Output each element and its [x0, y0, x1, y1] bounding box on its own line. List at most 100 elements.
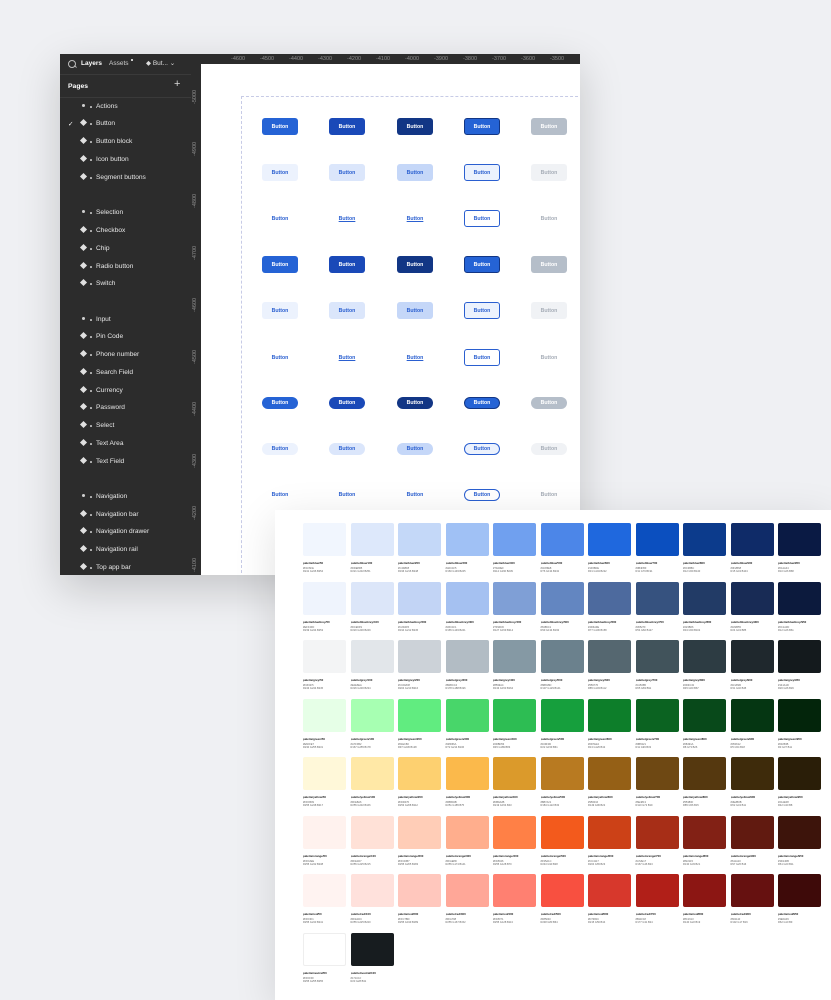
color-swatch[interactable]: palette/orange/900 #611A10 R97 G26 B16	[730, 815, 774, 866]
color-swatch[interactable]: palette/green/600 #0D7E2A R13 G126 B42	[588, 698, 631, 749]
button-variant[interactable]: Button	[329, 302, 365, 319]
color-swatch[interactable]: palette/blue/950 #0A1A44 R10 G26 B68	[778, 523, 821, 573]
color-swatch[interactable]: palette/red/600 #D7382C R215 G56 B44	[588, 874, 631, 924]
button-variant[interactable]: Button	[329, 256, 365, 273]
color-swatch[interactable]: palette/blueGrey/500 #6386C1 R99 G134 B193	[540, 581, 584, 632]
search-icon[interactable]	[68, 60, 76, 68]
button-variant[interactable]: Button	[262, 210, 298, 227]
color-swatch[interactable]: palette/red/700 #B11F18 R177 G31 B24	[635, 874, 679, 924]
color-swatch[interactable]: palette/red/400 #FF8071 R255 G128 B113	[493, 874, 536, 924]
button-variant[interactable]: Button	[262, 489, 298, 501]
page-item[interactable]: Top app bar	[60, 561, 191, 575]
color-swatch[interactable]: palette/blueGrey/50 #EFF4FD R239 G244 B253	[303, 581, 346, 632]
button-variant[interactable]: Button	[262, 349, 298, 366]
color-swatch[interactable]: palette/blue/600 #1F68DE R31 G104 B222	[588, 523, 631, 573]
button-variant[interactable]: Button	[329, 349, 365, 366]
color-swatch[interactable]: palette/orange/700 #A72E17 R167 G46 B23	[635, 815, 679, 866]
color-swatch[interactable]: palette/blue/700 #0B4FBF R11 G79 B191	[635, 523, 679, 573]
color-swatch[interactable]: palette/orange/200 #FFCDB7 R255 G205 B183	[398, 815, 441, 866]
page-item[interactable]: Pin Code	[60, 330, 191, 344]
button-variant[interactable]: Button	[397, 443, 433, 455]
color-swatch[interactable]: palette/red/100 #FFE1DC R255 G225 B220	[350, 874, 394, 924]
color-swatch[interactable]: palette/orange/400 #FF8046 R255 G128 B70	[493, 815, 536, 866]
button-variant[interactable]: Button	[329, 210, 365, 227]
button-variant[interactable]: Button	[397, 210, 433, 227]
color-swatch[interactable]: palette/neutral/100 #171C1F R23 G28 B31	[350, 932, 394, 983]
color-swatch[interactable]: palette/yellow/950 #2A1E08 R42 G30 B8	[778, 757, 821, 807]
page-item[interactable]: Segment buttons	[60, 171, 191, 185]
color-swatch[interactable]: palette/red/50 #FFF3F1 R255 G243 B241	[303, 874, 346, 924]
button-variant[interactable]: Button	[464, 256, 500, 273]
color-swatch[interactable]: palette/orange/500 #F35A1C R243 G90 B28	[540, 815, 584, 866]
color-swatch[interactable]: palette/blueGrey/400 #7F9FD6 R127 G159 B21…	[493, 581, 536, 632]
color-swatch[interactable]: palette/blue/900 #0F2B68 R15 G43 B104	[730, 523, 774, 573]
add-page-button[interactable]: +	[174, 79, 180, 90]
color-swatch[interactable]: palette/red/300 #FFA798 R255 G167 B152	[445, 874, 489, 924]
button-variant[interactable]: Button	[329, 489, 365, 501]
button-variant[interactable]: Button	[531, 118, 567, 135]
button-variant[interactable]: Button	[262, 164, 298, 181]
page-item[interactable]: Currency	[60, 384, 191, 398]
color-swatch[interactable]: palette/blueGrey/800 #223B66 R34 G59 B102	[683, 581, 726, 632]
button-variant[interactable]: Button	[329, 118, 365, 135]
color-swatch[interactable]: palette/blue/200 #C4D8F8 R196 G216 B248	[398, 523, 441, 573]
color-swatch[interactable]: palette/grey/500 #6B818D R107 G129 B141	[540, 640, 584, 690]
button-variant[interactable]: Button	[262, 118, 298, 135]
page-item[interactable]: Radio button	[60, 260, 191, 274]
color-swatch[interactable]: palette/blueGrey/900 #182B55 R24 G43 B85	[730, 581, 774, 632]
color-swatch[interactable]: palette/yellow/100 #FFE8A6 R255 G232 B166	[350, 757, 394, 807]
button-variant[interactable]: Button	[262, 256, 298, 273]
button-variant[interactable]: Button	[397, 256, 433, 273]
color-swatch[interactable]: palette/yellow/700 #6E4813 R110 G72 B19	[635, 757, 679, 807]
color-swatch[interactable]: palette/blueGrey/100 #DCE6F9 R220 G230 B24…	[350, 581, 394, 632]
color-swatch[interactable]: palette/yellow/200 #FDD070 R253 G208 B112	[398, 757, 441, 807]
color-swatch[interactable]: palette/orange/950 #3D140B R61 G20 B11	[778, 815, 821, 866]
page-item[interactable]: Text Area	[60, 437, 191, 451]
color-swatch[interactable]: palette/green/800 #08491A R8 G73 B26	[683, 698, 726, 749]
color-swatch[interactable]: palette/green/900 #053612 R5 G54 B18	[730, 698, 774, 749]
button-variant[interactable]: Button	[262, 302, 298, 319]
color-swatch[interactable]: palette/blueGrey/200 #C2D4F5 R194 G212 B24…	[398, 581, 441, 632]
button-variant[interactable]: Button	[531, 256, 567, 273]
page-item[interactable]: Navigation	[60, 490, 191, 504]
button-variant[interactable]: Button	[464, 302, 500, 319]
color-swatch[interactable]: palette/grey/300 #B2BCC4 R178 G188 B196	[445, 640, 489, 690]
page-item[interactable]: Button block	[60, 135, 191, 149]
color-swatch[interactable]: palette/grey/600 #556770 R85 G103 B112	[588, 640, 631, 690]
color-swatch[interactable]: palette/yellow/50 #FFF8D9 R255 G248 B217	[303, 757, 346, 807]
color-swatch[interactable]: palette/grey/200 #CCD2D8 R204 G210 B216	[398, 640, 441, 690]
page-item[interactable]: Password	[60, 401, 191, 415]
current-page-menu[interactable]: ◆ But... ⌄	[146, 59, 175, 67]
page-item[interactable]: Navigation bar	[60, 508, 191, 522]
color-swatch[interactable]: palette/grey/950 #141A1D R20 G26 B29	[778, 640, 821, 690]
color-swatch[interactable]: palette/green/200 #61EC80 R97 G236 B128	[398, 698, 441, 749]
button-variant[interactable]: Button	[464, 397, 500, 409]
color-swatch[interactable]: palette/grey/700 #41535B R65 G83 B91	[635, 640, 679, 690]
color-swatch[interactable]: palette/blue/100 #DDE8FB R221 G232 B251	[350, 523, 394, 573]
color-swatch[interactable]: palette/yellow/600 #956016 R149 G96 B22	[588, 757, 631, 807]
page-item[interactable]: Navigation rail	[60, 543, 191, 557]
color-swatch[interactable]: palette/red/500 #F85040 R248 G80 B64	[540, 874, 584, 924]
button-variant[interactable]: Button	[531, 210, 567, 227]
page-item[interactable]: Checkbox	[60, 224, 191, 238]
button-variant[interactable]: Button	[531, 302, 567, 319]
button-variant[interactable]: Button	[397, 302, 433, 319]
tab-assets[interactable]: Assets	[109, 59, 132, 67]
color-swatch[interactable]: palette/grey/900 #1F282D R31 G40 B45	[730, 640, 774, 690]
color-swatch[interactable]: palette/grey/400 #8599A4 R133 G153 B164	[493, 640, 536, 690]
button-variant[interactable]: Button	[464, 210, 500, 227]
color-swatch[interactable]: palette/yellow/900 #3E2B0B R62 G43 B11	[730, 757, 774, 807]
page-item[interactable]: Selection	[60, 206, 191, 220]
color-swatch[interactable]: palette/yellow/300 #FBB94B R251 G185 B75	[445, 757, 489, 807]
color-swatch[interactable]: palette/green/100 #A7FFB2 R167 G255 B178	[350, 698, 394, 749]
color-swatch[interactable]: palette/blueGrey/700 #36527F R54 G82 B127	[635, 581, 679, 632]
color-swatch[interactable]: palette/red/950 #3E0A09 R62 G10 B9	[778, 874, 821, 924]
color-swatch[interactable]: palette/orange/300 #FFAE8D R255 G174 B141	[445, 815, 489, 866]
page-item[interactable]: Actions	[60, 100, 191, 114]
button-variant[interactable]: Button	[531, 397, 567, 409]
color-swatch[interactable]: palette/orange/800 #822115 R130 G33 B21	[683, 815, 726, 866]
color-swatch[interactable]: palette/green/400 #2DBD53 R45 G189 B83	[493, 698, 536, 749]
page-item[interactable]: Select	[60, 419, 191, 433]
color-swatch[interactable]: palette/green/50 #E6FFE7 R230 G255 B231	[303, 698, 346, 749]
color-swatch[interactable]: palette/yellow/500 #B87A21 R184 G122 B33	[540, 757, 584, 807]
